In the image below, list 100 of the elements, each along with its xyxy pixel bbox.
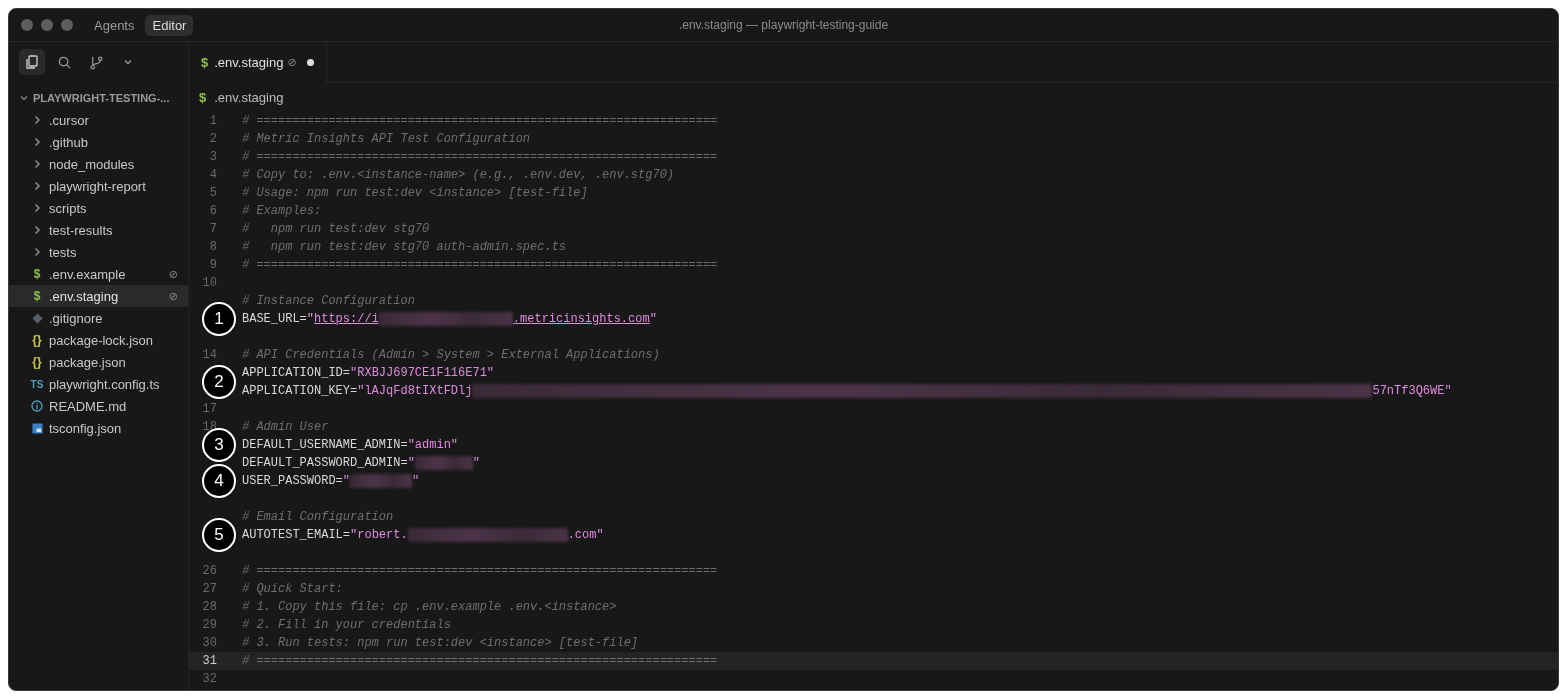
ignored-icon: ⊘ xyxy=(168,267,178,281)
env-value: 57nTf3Q6WE" xyxy=(1372,383,1452,400)
env-value: "robert. xyxy=(350,527,408,544)
close-button[interactable] xyxy=(21,19,33,31)
file-tree-item[interactable]: .gitignore xyxy=(9,307,188,329)
code-comment: # API Credentials (Admin > System > External Applications) xyxy=(242,347,660,364)
chevron-icon xyxy=(33,159,41,169)
env-value: "admin" xyxy=(407,437,459,454)
files-button[interactable] xyxy=(19,49,45,75)
env-key: BASE_URL= xyxy=(242,310,307,328)
mode-tab[interactable]: Agents xyxy=(87,14,142,36)
dollar-icon: $ xyxy=(33,267,41,281)
line-number: 6 xyxy=(209,204,217,218)
line-number: 28 xyxy=(202,600,217,614)
file-tree-item[interactable]: tsconfig.json xyxy=(9,417,188,439)
code-comment: # Examples: xyxy=(242,203,322,220)
window-title: .env.staging — playwright-testing-guide xyxy=(678,18,889,32)
chevron-icon xyxy=(33,137,41,147)
file-tree-item[interactable]: README.md xyxy=(9,395,188,417)
line-number: 1 xyxy=(209,114,217,128)
code-comment: # 2. Fill in your credentials xyxy=(242,617,451,634)
line-number: 29 xyxy=(202,618,217,632)
code-comment: # npm run test:dev stg70 auth-admin.spec.ts xyxy=(242,239,567,256)
ignored-icon: ⊘ xyxy=(168,289,178,303)
url-link[interactable]: .metricinsights.com xyxy=(512,310,650,328)
braces-icon: {} xyxy=(32,355,42,369)
code-comment: # Copy to: .env.<instance-name> (e.g., .env.dev, .env.stg70) xyxy=(242,167,675,184)
file-tree-item[interactable]: $ .env.staging ⊘ xyxy=(9,285,188,307)
env-key: DEFAULT_USERNAME_ADMIN= xyxy=(242,436,408,454)
files-icon xyxy=(24,54,40,70)
line-number: 14 xyxy=(202,348,217,362)
line-number: 9 xyxy=(209,258,217,272)
env-value: " xyxy=(342,473,351,490)
dollar-icon: $ xyxy=(33,289,41,303)
code-comment: # ================================================================ xyxy=(242,113,718,130)
file-tree-item[interactable]: playwright-report xyxy=(9,175,188,197)
env-key: APPLICATION_KEY= xyxy=(242,382,358,400)
file-tree-item[interactable]: TS playwright.config.ts xyxy=(9,373,188,395)
redaction-blur xyxy=(414,456,473,470)
redaction-blur xyxy=(350,474,413,488)
line-number: 31 xyxy=(202,654,217,668)
code-comment: # ================================================================ xyxy=(242,257,718,274)
minimize-button[interactable] xyxy=(41,19,53,31)
env-value: " xyxy=(306,311,314,328)
env-value: " xyxy=(412,473,420,490)
file-tab[interactable]: $ .env.staging ⊘ xyxy=(189,42,327,83)
env-key: USER_PASSWORD= xyxy=(242,472,343,490)
env-value: " xyxy=(649,311,657,328)
file-tree-item[interactable]: .cursor xyxy=(9,109,188,131)
file-tree-item[interactable]: {} package-lock.json xyxy=(9,329,188,351)
chevron-icon xyxy=(123,57,133,67)
file-tree-item[interactable]: test-results xyxy=(9,219,188,241)
line-number: 32 xyxy=(202,672,217,686)
file-tree-item[interactable]: .github xyxy=(9,131,188,153)
env-value: " xyxy=(407,455,415,472)
line-number: 30 xyxy=(202,636,217,650)
env-value: " xyxy=(472,455,481,472)
chevron-icon xyxy=(33,115,41,125)
search-icon xyxy=(56,54,72,70)
callout-number: 5 xyxy=(202,518,236,552)
chevron-icon xyxy=(33,247,41,257)
code-comment: # Instance Configuration xyxy=(242,293,415,310)
zoom-button[interactable] xyxy=(61,19,73,31)
line-number: 27 xyxy=(202,582,217,596)
env-value: .com" xyxy=(567,527,604,544)
line-number: 2 xyxy=(209,132,217,146)
mode-tab[interactable]: Editor xyxy=(145,14,194,36)
file-tree-item[interactable]: tests xyxy=(9,241,188,263)
code-comment: # ================================================================ xyxy=(242,563,718,580)
file-tree-item[interactable]: {} package.json xyxy=(9,351,188,373)
line-number: 8 xyxy=(209,240,217,254)
url-link[interactable]: https://i xyxy=(314,310,379,328)
chevron-icon xyxy=(33,181,41,191)
config-file-icon xyxy=(31,422,43,434)
line-number: 3 xyxy=(209,150,217,164)
code-comment: # ================================================================ xyxy=(242,149,718,166)
braces-icon: {} xyxy=(32,333,42,347)
line-number: 7 xyxy=(209,222,217,236)
chevron-icon[interactable] xyxy=(19,93,29,103)
file-tree-item[interactable]: $ .env.example ⊘ xyxy=(9,263,188,285)
branch-icon xyxy=(88,54,104,70)
file-tree-item[interactable]: scripts xyxy=(9,197,188,219)
ts-icon: TS xyxy=(30,378,44,390)
env-key: AUTOTEST_EMAIL= xyxy=(242,526,351,544)
dollar-icon: $ xyxy=(199,89,207,105)
code-comment: # Quick Start: xyxy=(242,581,343,598)
breadcrumb-item[interactable]: .env.staging xyxy=(214,89,284,105)
line-number: 26 xyxy=(202,564,217,578)
file-tree-item[interactable]: node_modules xyxy=(9,153,188,175)
chevron-icon xyxy=(33,225,41,235)
env-key: DEFAULT_PASSWORD_ADMIN= xyxy=(242,454,408,472)
line-number: 10 xyxy=(202,276,217,290)
line-number: 17 xyxy=(202,402,217,416)
code-comment: # ================================================================ xyxy=(242,653,718,670)
code-comment: # npm run test:dev stg70 xyxy=(242,221,430,238)
callout-number: 2 xyxy=(202,365,236,399)
code-comment: # Email Configuration xyxy=(242,509,394,526)
code-comment: # 1. Copy this file: cp .env.example .env.<instance> xyxy=(242,599,617,616)
code-comment: # 3. Run tests: npm run test:dev <instance> [test-file] xyxy=(242,635,639,652)
line-number: 5 xyxy=(209,186,217,200)
